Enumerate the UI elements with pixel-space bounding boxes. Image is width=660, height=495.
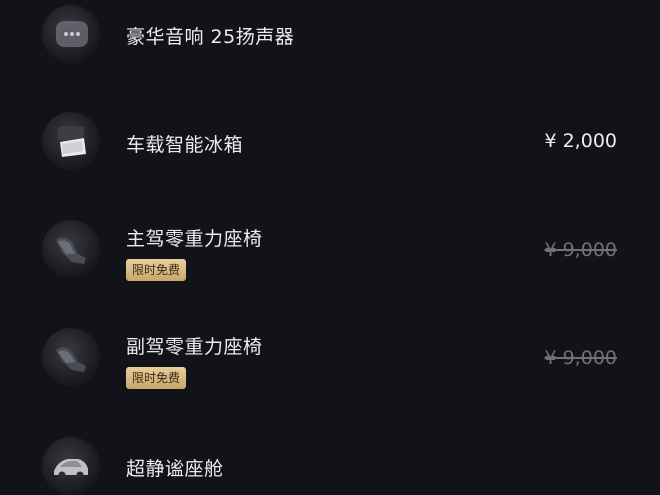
list-item-passenger-zero-gravity-seat[interactable]: 副驾零重力座椅 限时免费 ¥ 9,000 [0,318,660,408]
item-price-struck: ¥ 9,000 [544,347,617,369]
item-price: ¥ 2,000 [544,130,617,152]
item-name: 豪华音响 25扬声器 [126,26,295,48]
passenger-seat-photo-icon [42,328,100,386]
option-list: 豪华音响 25扬声器 车载智能冰箱 ¥ 2,000 主驾零重力座椅 限时免费 ¥… [0,0,660,495]
limited-free-badge: 限时免费 [126,259,187,281]
quiet-cabin-car-photo-icon [42,437,100,495]
driver-seat-photo-icon [42,220,100,278]
list-item-driver-zero-gravity-seat[interactable]: 主驾零重力座椅 限时免费 ¥ 9,000 [0,210,660,300]
list-item-premium-audio[interactable]: 豪华音响 25扬声器 [0,0,660,90]
limited-free-badge: 限时免费 [126,367,187,389]
list-item-smart-fridge[interactable]: 车载智能冰箱 ¥ 2,000 [0,100,660,190]
item-name: 主驾零重力座椅 [126,228,263,250]
item-name: 超静谧座舱 [126,458,224,480]
fridge-photo-icon [42,112,100,170]
list-item-quiet-cabin[interactable]: 超静谧座舱 [0,425,660,495]
speaker-seat-photo-icon [42,5,100,63]
item-name: 副驾零重力座椅 [126,336,263,358]
item-name: 车载智能冰箱 [126,134,244,156]
item-price-struck: ¥ 9,000 [544,239,617,261]
